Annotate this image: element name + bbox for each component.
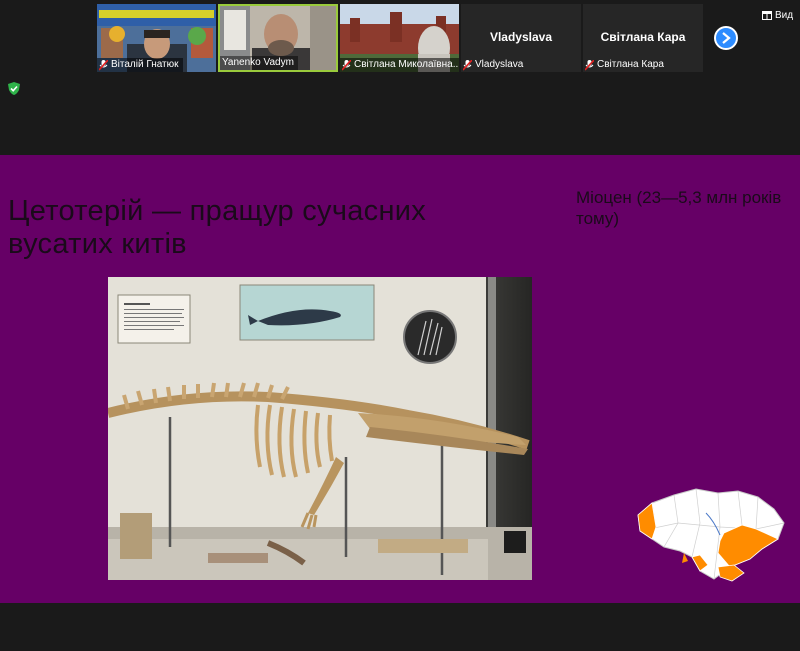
participants-bar: Віталій Гнатюк Yanenko Vadym Світлана Ми…	[0, 0, 800, 155]
participant-display-name-4: Vladyslava	[489, 30, 553, 44]
slide-subtitle: Міоцен (23—5,3 млн років тому)	[576, 188, 782, 228]
participant-tile-3[interactable]: Світлана Миколаївна...	[340, 4, 459, 72]
next-participants-button[interactable]	[714, 26, 738, 50]
ukraine-map-image	[637, 488, 785, 582]
participant-caption-5: Світлана Кара	[583, 58, 668, 72]
participant-caption-1: Віталій Гнатюк	[97, 58, 183, 72]
grid-view-icon	[762, 11, 772, 20]
view-button[interactable]: Вид	[762, 10, 793, 21]
participant-tile-5[interactable]: Світлана Кара Світлана Кара	[583, 4, 703, 72]
participant-caption-3: Світлана Миколаївна...	[340, 58, 459, 72]
shield-check-icon[interactable]	[8, 82, 20, 95]
participant-tile-4[interactable]: Vladyslava Vladyslava	[461, 4, 581, 72]
mic-muted-icon	[342, 59, 351, 71]
participant-display-name-5: Світлана Кара	[600, 30, 686, 44]
participant-name-5: Світлана Кара	[597, 59, 664, 70]
participant-name-4: Vladyslava	[475, 59, 524, 70]
chevron-right-icon	[722, 32, 731, 44]
participant-tile-2[interactable]: Yanenko Vadym	[218, 4, 338, 72]
participant-name-1: Віталій Гнатюк	[111, 59, 179, 70]
participant-name-2: Yanenko Vadym	[222, 57, 294, 68]
slide-title: Цетотерій — пращур сучасних вусатих киті…	[8, 195, 427, 260]
skeleton-photo	[108, 277, 532, 580]
participant-name-3: Світлана Миколаївна...	[354, 59, 459, 70]
mic-muted-icon	[99, 59, 108, 71]
mic-muted-icon	[585, 59, 594, 71]
view-button-label: Вид	[775, 10, 794, 21]
whale-skeleton-image	[108, 277, 532, 580]
mic-muted-icon	[463, 59, 472, 71]
shared-slide: Цетотерій — пращур сучасних вусатих киті…	[0, 155, 800, 603]
participant-tile-1[interactable]: Віталій Гнатюк	[97, 4, 216, 72]
participant-caption-4: Vladyslava	[461, 58, 527, 72]
bottom-bar	[0, 603, 800, 651]
participant-caption-2: Yanenko Vadym	[220, 56, 298, 70]
